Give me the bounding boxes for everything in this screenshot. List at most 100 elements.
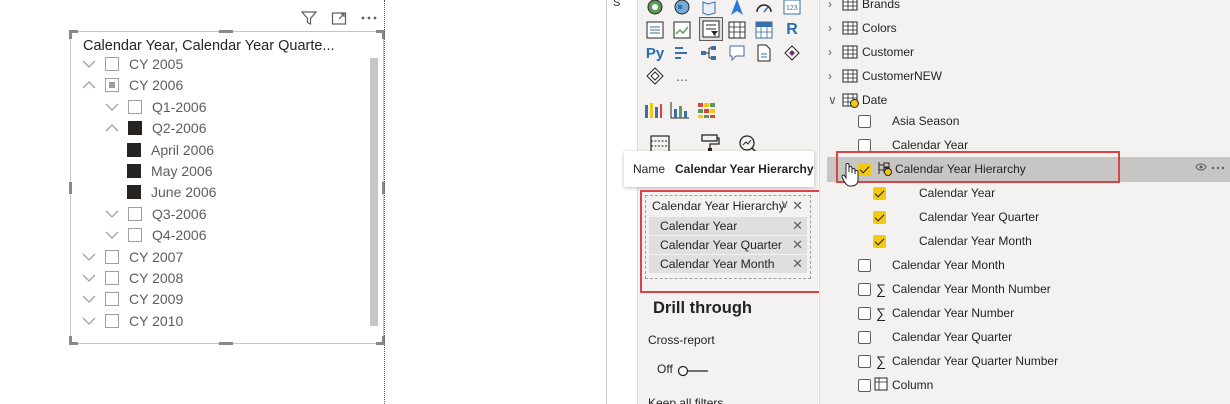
slicer-checkbox[interactable] <box>105 77 119 92</box>
chevron-down-icon[interactable] <box>104 99 120 115</box>
field-checkbox[interactable] <box>858 306 871 320</box>
field-checkbox[interactable] <box>873 234 886 248</box>
slicer-item[interactable]: CY 2006 <box>81 74 183 95</box>
python-visual-icon[interactable]: Py <box>645 43 665 63</box>
globe-map-icon[interactable] <box>645 0 665 17</box>
slicer-item[interactable]: CY 2007 <box>81 246 183 267</box>
slicer-item[interactable]: CY 2009 <box>81 288 183 309</box>
chevron-down-icon[interactable]: ∨ <box>828 93 840 107</box>
field-checkbox[interactable] <box>858 114 871 128</box>
chevron-right-icon[interactable]: › <box>828 45 840 59</box>
resize-handle-bottom[interactable] <box>219 342 233 345</box>
field-item[interactable]: Calendar Year Month <box>873 230 1032 252</box>
heat-table-small-icon[interactable] <box>697 100 717 120</box>
chevron-right-icon[interactable]: › <box>828 0 840 11</box>
eye-icon[interactable] <box>1195 162 1207 175</box>
slicer-item[interactable]: June 2006 <box>127 181 216 202</box>
field-item[interactable]: ∑ Calendar Year Month Number <box>858 278 1051 300</box>
slicer-checkbox[interactable] <box>128 206 142 221</box>
slicer-checkbox[interactable] <box>128 227 142 242</box>
chevron-up-icon[interactable] <box>81 77 97 93</box>
slicer-item[interactable]: May 2006 <box>127 160 212 181</box>
field-item[interactable]: Calendar Year Quarter <box>873 206 1039 228</box>
slicer-checkbox[interactable] <box>127 142 141 157</box>
field-item[interactable]: Asia Season <box>858 110 959 132</box>
line-chart-small-icon[interactable] <box>670 100 690 120</box>
slicer-checkbox[interactable] <box>127 163 141 178</box>
chevron-down-icon[interactable] <box>81 270 97 286</box>
power-apps-icon[interactable] <box>782 43 802 63</box>
field-item[interactable]: ∑ Calendar Year Number <box>858 302 1014 324</box>
field-item[interactable]: ∑ Calendar Year Quarter Number <box>858 350 1058 372</box>
multi-row-card-icon[interactable] <box>645 20 665 40</box>
chevron-down-icon[interactable] <box>104 227 120 243</box>
shape-map-icon[interactable] <box>699 0 719 17</box>
column-chart-small-icon[interactable] <box>643 100 663 120</box>
slicer-checkbox[interactable] <box>128 99 142 114</box>
chevron-up-icon[interactable] <box>104 120 120 136</box>
field-checkbox[interactable] <box>873 210 886 224</box>
hierarchy-slicer[interactable]: Calendar Year, Calendar Year Quarte... C… <box>69 30 385 345</box>
filled-map-icon[interactable] <box>672 0 692 17</box>
chevron-down-icon[interactable] <box>81 291 97 307</box>
slicer-item[interactable]: Q4-2006 <box>104 224 206 245</box>
table-node-colors[interactable]: › Colors <box>828 17 897 39</box>
chevron-right-icon[interactable]: › <box>828 21 840 35</box>
slicer-scrollbar[interactable] <box>370 58 378 326</box>
chevron-down-icon[interactable] <box>81 313 97 329</box>
field-checkbox[interactable] <box>858 258 871 272</box>
more-options-icon[interactable] <box>360 9 378 27</box>
cross-report-toggle[interactable] <box>677 364 709 377</box>
slicer-item[interactable]: CY 2005 <box>81 53 183 74</box>
slicer-checkbox[interactable] <box>128 120 142 135</box>
slicer-checkbox[interactable] <box>105 56 119 71</box>
slicer-checkbox[interactable] <box>105 313 119 328</box>
field-item[interactable]: Calendar Year Month <box>858 254 1005 276</box>
resize-handle-top[interactable] <box>219 30 233 33</box>
key-influencers-icon[interactable] <box>672 43 692 63</box>
resize-handle-bl-v[interactable] <box>69 336 72 345</box>
resize-handle-left[interactable] <box>69 182 72 194</box>
field-checkbox[interactable] <box>858 138 871 152</box>
slicer-item[interactable]: Q1-2006 <box>104 96 206 117</box>
paginated-report-icon[interactable] <box>754 43 774 63</box>
filter-icon[interactable] <box>300 9 318 27</box>
slicer-checkbox[interactable] <box>105 249 119 264</box>
table-node-brands[interactable]: › Brands <box>828 0 900 15</box>
kpi-icon[interactable] <box>672 20 692 40</box>
more-visuals-icon[interactable]: ... <box>672 66 692 86</box>
slicer-checkbox[interactable] <box>105 270 119 285</box>
slicer-item[interactable]: Q3-2006 <box>104 203 206 224</box>
field-item[interactable]: Calendar Year <box>873 182 995 204</box>
power-automate-icon[interactable] <box>645 66 665 86</box>
table-node-customernew[interactable]: › CustomerNEW <box>828 65 942 87</box>
side-tab-label[interactable]: S <box>613 0 620 9</box>
field-checkbox[interactable] <box>858 378 871 392</box>
slicer-item[interactable]: CY 2008 <box>81 267 183 288</box>
resize-handle-tl-v[interactable] <box>69 30 72 39</box>
focus-mode-icon[interactable] <box>330 9 348 27</box>
field-checkbox[interactable] <box>858 330 871 344</box>
qa-visual-icon[interactable] <box>727 43 747 63</box>
r-visual-icon[interactable]: R <box>782 20 802 40</box>
table-node-customer[interactable]: › Customer <box>828 41 914 63</box>
slicer-checkbox[interactable] <box>127 184 141 199</box>
field-checkbox[interactable] <box>858 282 871 296</box>
matrix-visual-icon[interactable] <box>754 20 774 40</box>
azure-map-icon[interactable] <box>727 0 747 17</box>
decomposition-tree-icon[interactable] <box>699 43 719 63</box>
field-item[interactable]: Column <box>858 374 933 396</box>
chevron-down-icon[interactable] <box>81 249 97 265</box>
slicer-item[interactable]: April 2006 <box>127 139 214 160</box>
slicer-item[interactable]: Q2-2006 <box>104 117 206 138</box>
table-visual-icon[interactable] <box>727 20 747 40</box>
slicer-visual-icon[interactable] <box>699 17 723 41</box>
chevron-right-icon[interactable]: › <box>828 69 840 83</box>
slicer-checkbox[interactable] <box>105 291 119 306</box>
card-icon[interactable]: 123 <box>782 0 802 17</box>
field-checkbox[interactable] <box>873 186 886 200</box>
table-node-date[interactable]: ∨ Date <box>828 89 887 111</box>
more-options-icon[interactable] <box>1211 162 1225 175</box>
chevron-down-icon[interactable] <box>104 206 120 222</box>
chevron-down-icon[interactable] <box>81 56 97 72</box>
